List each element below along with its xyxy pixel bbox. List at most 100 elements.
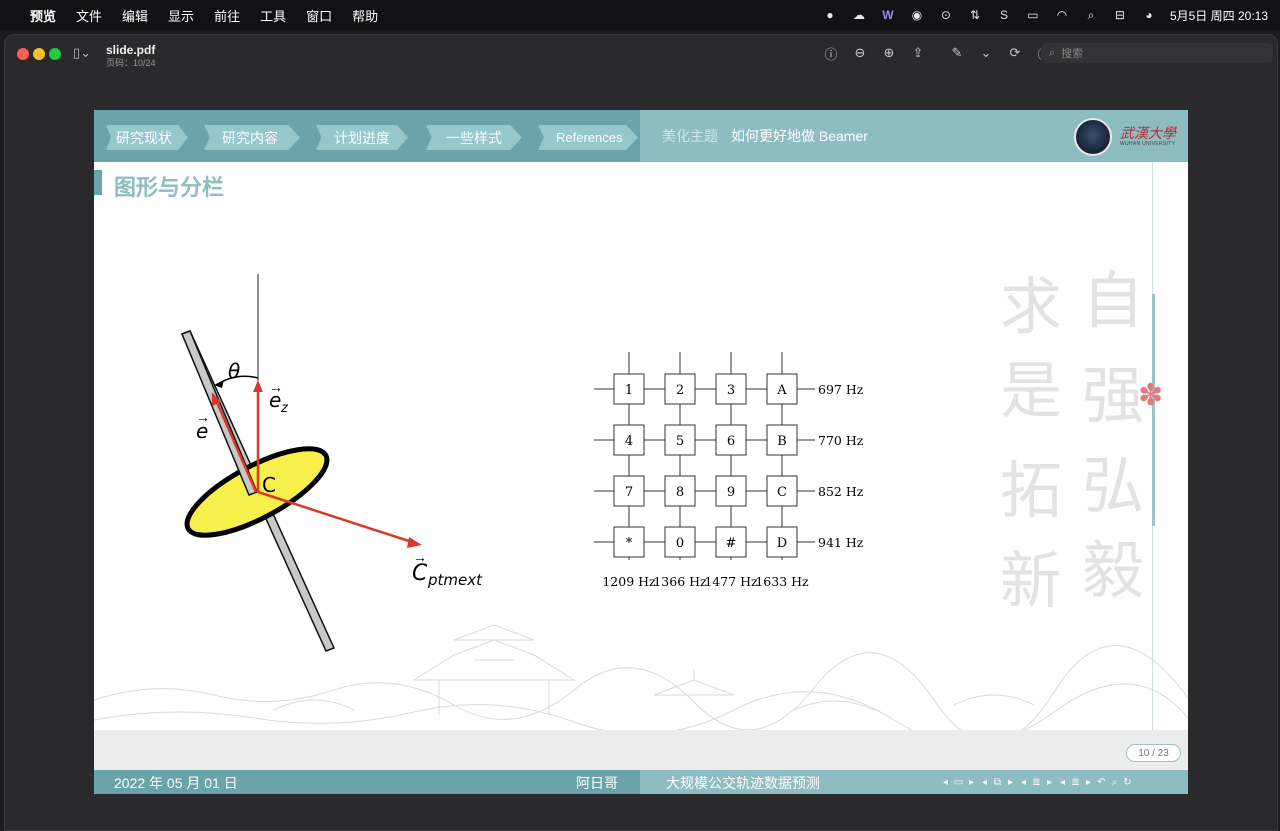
wps-icon[interactable]: W [880, 7, 896, 23]
markup-pen-icon[interactable]: ✎ [949, 45, 965, 61]
spotlight-search-icon[interactable]: ⌕ [1083, 7, 1099, 23]
siri-icon[interactable]: ◕ [1141, 7, 1157, 23]
nav-slides-icon[interactable]: ⧉ [992, 777, 1003, 788]
beamer-navigation-symbols: ◂ ▭ ▸ ◂ ⧉ ▸ ◂ ≣ ▸ ◂ ≣ ▸ ↶ ⌕ ↻ [940, 774, 1133, 790]
menu-window[interactable]: 窗口 [306, 6, 332, 25]
keypad-key: B [766, 424, 798, 456]
nav-tab-styles[interactable]: 一些样式 [426, 125, 522, 150]
chevron-down-icon[interactable]: ⌄ [978, 45, 994, 61]
theta-label: θ [228, 359, 240, 383]
transfer-icon[interactable]: ⇅ [967, 7, 983, 23]
university-logo-subtitle: WUHAN UNIVERSITY [1120, 141, 1176, 147]
rotating-disc-diagram: θ e z → e → C C ptmext → [180, 274, 483, 652]
nav-tab-schedule[interactable]: 计划进度 [316, 125, 408, 150]
menu-view[interactable]: 显示 [168, 6, 194, 25]
nav-search-icon[interactable]: ⌕ [1109, 777, 1120, 788]
calligraphy-char: 毅 [1082, 534, 1145, 607]
search-icon: ⌕ [1049, 46, 1056, 59]
play-icon[interactable]: ⊙ [938, 7, 954, 23]
info-icon[interactable]: ⓘ [823, 45, 839, 62]
row-frequency-label: 941 Hz [818, 535, 864, 550]
menu-edit[interactable]: 编辑 [122, 6, 148, 25]
keypad-key-label: 2 [676, 383, 684, 398]
nav-next-frame-icon[interactable]: ▸ [966, 777, 977, 788]
keypad-key-label: 7 [625, 485, 633, 500]
calligraphy-char: 是 [1000, 354, 1063, 427]
dtmf-keypad-diagram: 1 2 3 A 4 5 6 B 7 8 9 C * 0 # D 697 Hz 770 Hz 852 Hz 941 H… [594, 352, 864, 589]
flower-icon: ✽ [1138, 379, 1164, 412]
minimize-window-button[interactable] [33, 48, 45, 60]
column-frequency-label: 1366 Hz [653, 574, 707, 589]
nav-next-slide-icon[interactable]: ▸ [1005, 777, 1016, 788]
nav-prev-slide-icon[interactable]: ◂ [979, 777, 990, 788]
menu-tools[interactable]: 工具 [260, 6, 286, 25]
calligraphy-char: 自 [1082, 264, 1145, 337]
nav-back-icon[interactable]: ↶ [1096, 777, 1107, 788]
keypad-key-label: * [626, 536, 633, 551]
slide-header: 研究现状 研究内容 计划进度 一些样式 References 美化主题 如何更好… [94, 110, 1188, 162]
ez-sub-label: z [280, 401, 289, 416]
document-page-info: 页码：10/24 [106, 58, 156, 68]
nav-tab-research-status[interactable]: 研究现状 [106, 125, 188, 150]
menu-file[interactable]: 文件 [76, 6, 102, 25]
nav-prev-frame-icon[interactable]: ◂ [940, 777, 951, 788]
close-window-button[interactable] [17, 48, 29, 60]
menu-app-name[interactable]: 预览 [30, 6, 56, 25]
nav-tab-references[interactable]: References [538, 125, 638, 150]
nav-next-section-icon[interactable]: ▸ [1083, 777, 1094, 788]
keypad-keys: 1 2 3 A 4 5 6 B 7 8 9 C * 0 # D [613, 373, 798, 558]
keypad-key: # [715, 526, 747, 558]
menu-go[interactable]: 前往 [214, 6, 240, 25]
battery-icon[interactable]: ▭ [1025, 7, 1041, 23]
search-placeholder: 搜索 [1061, 48, 1084, 60]
footer-author: 阿日哥 [576, 775, 618, 791]
e-vector-arrow-mark: → [196, 409, 210, 425]
menu-help[interactable]: 帮助 [352, 6, 378, 25]
s-app-icon[interactable]: S [996, 7, 1012, 23]
menu-bar: 预览 文件 编辑 显示 前往 工具 窗口 帮助 ● ☁ W ◉ ⊙ ⇅ S ▭ … [0, 0, 1280, 30]
nav-next-subsection-icon[interactable]: ▸ [1044, 777, 1055, 788]
cloud-sync-icon[interactable]: ☁ [851, 7, 867, 23]
nav-section-icon[interactable]: ≣ [1070, 777, 1081, 788]
share-icon[interactable]: ⇪ [910, 45, 926, 61]
nav-tab-research-content[interactable]: 研究内容 [204, 125, 300, 150]
keypad-key: 6 [715, 424, 747, 456]
c-ptmext-arrow-mark: → [413, 549, 427, 565]
wifi-icon[interactable]: ◠ [1054, 7, 1070, 23]
rotate-icon[interactable]: ⟳ [1007, 45, 1023, 61]
column-frequency-label: 1209 Hz [602, 574, 656, 589]
nav-prev-section-icon[interactable]: ◂ [1057, 777, 1068, 788]
qq-icon[interactable]: ● [822, 7, 838, 23]
nav-subsection-icon[interactable]: ≣ [1031, 777, 1042, 788]
keypad-key: * [613, 526, 645, 558]
calligraphy-char: 强 [1082, 359, 1145, 432]
document-title: slide.pdf [106, 43, 156, 57]
title-bar: ▯⌄ slide.pdf 页码：10/24 ⓘ ⊖ ⊕ ⇪ ✎ ⌄ ⟳ Ⓐ ⌕ … [5, 35, 1277, 72]
calligraphy-char: 弘 [1082, 449, 1145, 522]
keypad-key: 7 [613, 475, 645, 507]
nav-frame-icon[interactable]: ▭ [953, 777, 964, 788]
keypad-key: 9 [715, 475, 747, 507]
university-logo-text: 武漢大學 [1120, 126, 1176, 142]
footer-title: 大规模公交轨迹数据预测 [666, 775, 820, 791]
zoom-in-icon[interactable]: ⊕ [881, 45, 897, 61]
footer-date: 2022 年 05 月 01 日 [114, 775, 238, 791]
keypad-key: 2 [664, 373, 696, 405]
calligraphy-char: 拓 [1000, 454, 1063, 527]
frame-title-marker [94, 170, 102, 195]
control-center-icon[interactable]: ⊟ [1112, 7, 1128, 23]
keypad-key-label: 4 [625, 434, 633, 449]
keypad-key-label: B [777, 434, 787, 449]
search-field[interactable]: ⌕ 搜索 [1041, 43, 1273, 63]
calligraphy-char: 新 [1000, 544, 1063, 617]
sidebar-toggle-icon[interactable]: ▯⌄ [73, 45, 99, 61]
zoom-out-icon[interactable]: ⊖ [852, 45, 868, 61]
zoom-window-button[interactable] [49, 48, 61, 60]
nav-prev-subsection-icon[interactable]: ◂ [1018, 777, 1029, 788]
keypad-key: D [766, 526, 798, 558]
keypad-key-label: 9 [727, 485, 735, 500]
university-emblem-logo [1074, 118, 1112, 156]
nav-forward-icon[interactable]: ↻ [1122, 777, 1133, 788]
menubar-clock[interactable]: 5月5日 周四 20:13 [1170, 7, 1268, 24]
wechat-icon[interactable]: ◉ [909, 7, 925, 23]
